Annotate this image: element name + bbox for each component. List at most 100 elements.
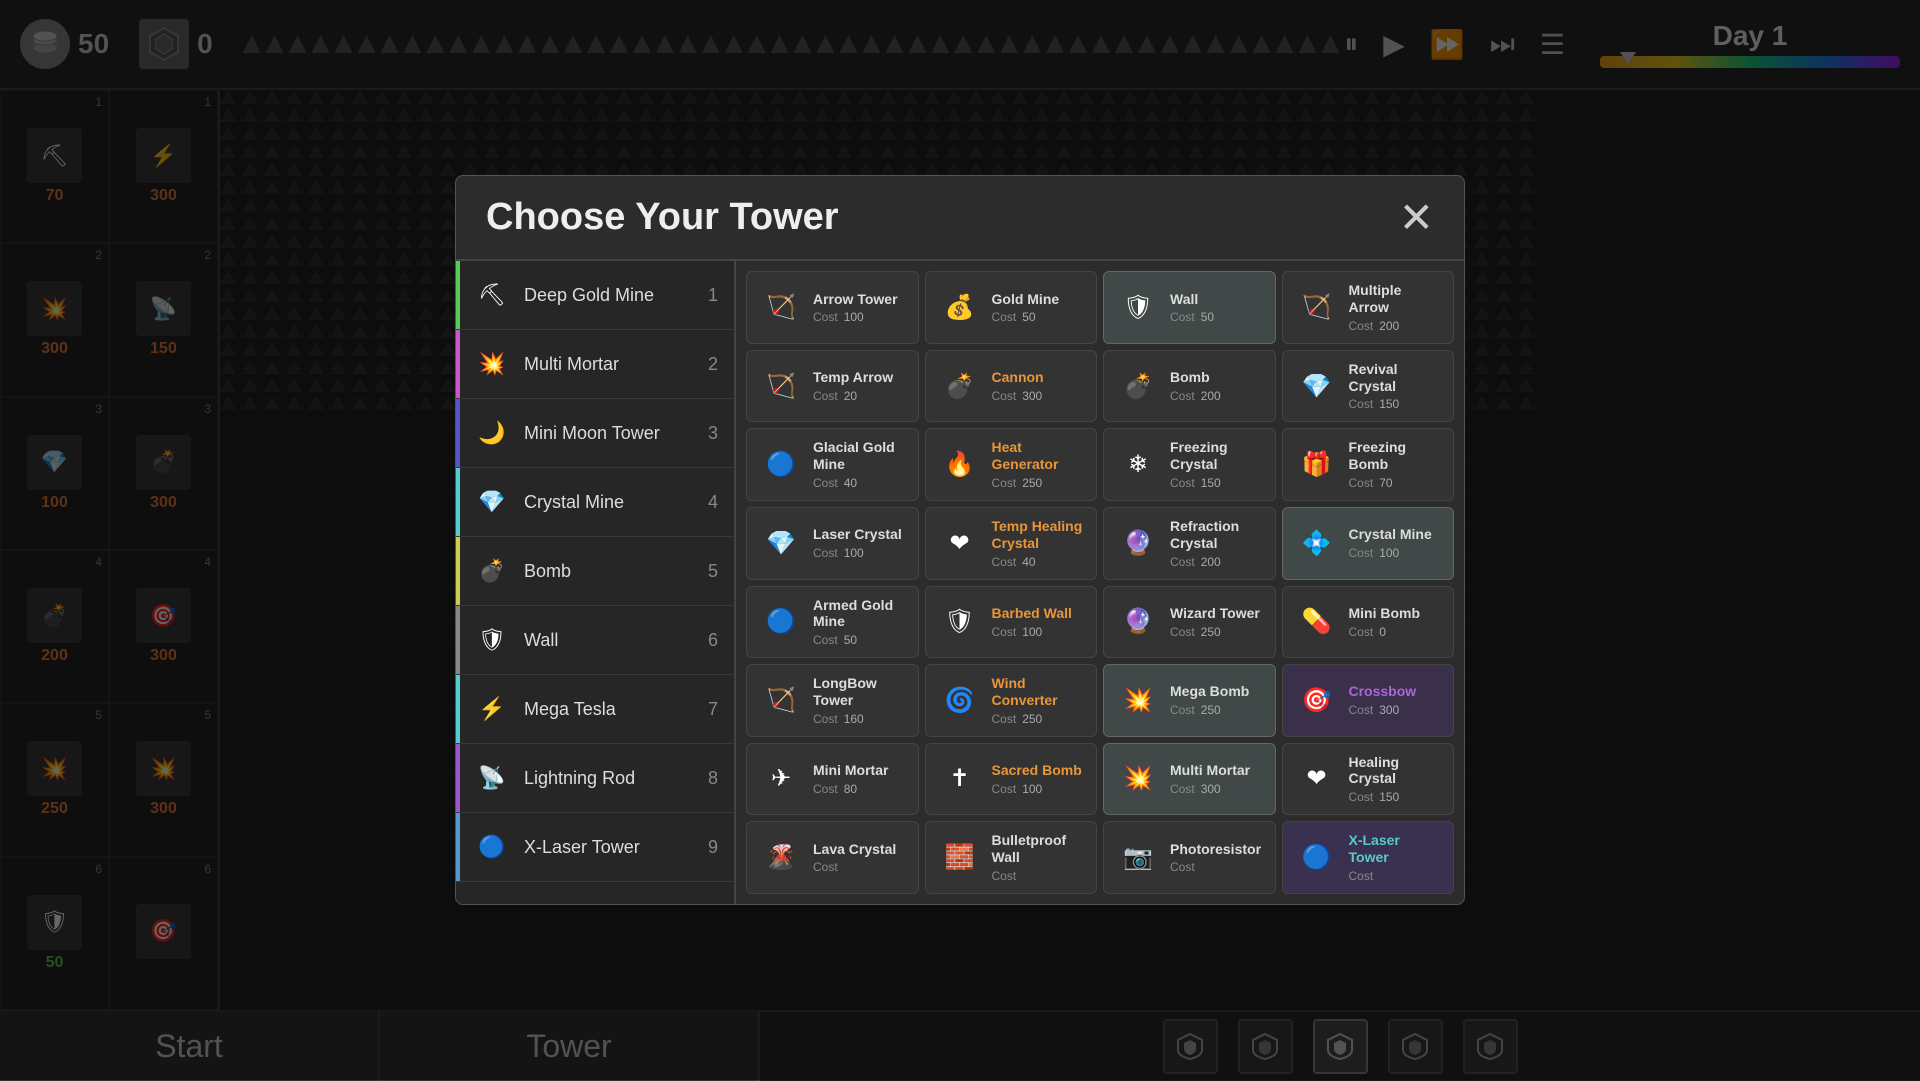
- grid-item-18[interactable]: 🔮 Wizard Tower Cost 250: [1103, 586, 1276, 659]
- grid-item-27[interactable]: ❤ Healing Crystal Cost 150: [1282, 743, 1455, 816]
- grid-item-31[interactable]: 🔵 X-Laser Tower Cost: [1282, 821, 1455, 894]
- grid-item-icon: 🔮: [1116, 600, 1160, 644]
- grid-item-28[interactable]: 🌋 Lava Crystal Cost: [746, 821, 919, 894]
- grid-item-9[interactable]: 🔥 Heat Generator Cost 250: [925, 428, 1098, 501]
- grid-item-icon: ✈: [759, 757, 803, 801]
- grid-item-name: Sacred Bomb: [992, 762, 1085, 779]
- grid-item-8[interactable]: 🔵 Glacial Gold Mine Cost 40: [746, 428, 919, 501]
- grid-item-name: Mini Mortar: [813, 762, 906, 779]
- grid-item-2[interactable]: 🛡 Wall Cost 50: [1103, 271, 1276, 344]
- grid-item-name: Lava Crystal: [813, 841, 906, 858]
- list-item-name: X-Laser Tower: [524, 837, 696, 858]
- grid-item-12[interactable]: 💎 Laser Crystal Cost 100: [746, 507, 919, 580]
- grid-item-cost-row: Cost 50: [992, 310, 1085, 324]
- grid-item-15[interactable]: 💠 Crystal Mine Cost 100: [1282, 507, 1455, 580]
- grid-item-icon: 🎁: [1295, 443, 1339, 487]
- grid-item-name: Armed Gold Mine: [813, 597, 906, 631]
- grid-item-17[interactable]: 🛡 Barbed Wall Cost 100: [925, 586, 1098, 659]
- grid-item-14[interactable]: 🔮 Refraction Crystal Cost 200: [1103, 507, 1276, 580]
- grid-item-20[interactable]: 🏹 LongBow Tower Cost 160: [746, 664, 919, 737]
- grid-item-22[interactable]: 💥 Mega Bomb Cost 250: [1103, 664, 1276, 737]
- grid-item-23[interactable]: 🎯 Crossbow Cost 300: [1282, 664, 1455, 737]
- grid-item-10[interactable]: ❄ Freezing Crystal Cost 150: [1103, 428, 1276, 501]
- grid-item-info: Mega Bomb Cost 250: [1170, 683, 1263, 717]
- grid-item-25[interactable]: ✝ Sacred Bomb Cost 100: [925, 743, 1098, 816]
- grid-item-info: Laser Crystal Cost 100: [813, 526, 906, 560]
- tower-list-item-4[interactable]: 💣 Bomb 5: [456, 537, 734, 606]
- grid-item-icon: ✝: [938, 757, 982, 801]
- grid-item-info: Heat Generator Cost 250: [992, 439, 1085, 490]
- grid-item-24[interactable]: ✈ Mini Mortar Cost 80: [746, 743, 919, 816]
- grid-item-0[interactable]: 🏹 Arrow Tower Cost 100: [746, 271, 919, 344]
- grid-item-cost-label: Cost: [1170, 782, 1195, 796]
- grid-item-cost-value: 250: [1022, 476, 1042, 490]
- grid-item-name: Healing Crystal: [1349, 754, 1442, 788]
- grid-item-info: Crystal Mine Cost 100: [1349, 526, 1442, 560]
- grid-item-cost-value: 250: [1022, 712, 1042, 726]
- grid-item-cost-label: Cost: [1170, 555, 1195, 569]
- grid-item-29[interactable]: 🧱 Bulletproof Wall Cost: [925, 821, 1098, 894]
- grid-item-name: X-Laser Tower: [1349, 832, 1442, 866]
- grid-item-7[interactable]: 💎 Revival Crystal Cost 150: [1282, 350, 1455, 423]
- grid-item-name: Crystal Mine: [1349, 526, 1442, 543]
- grid-item-name: Bomb: [1170, 369, 1263, 386]
- grid-item-30[interactable]: 📷 Photoresistor Cost: [1103, 821, 1276, 894]
- grid-item-21[interactable]: 🌀 Wind Converter Cost 250: [925, 664, 1098, 737]
- grid-item-name: Glacial Gold Mine: [813, 439, 906, 473]
- grid-item-4[interactable]: 🏹 Temp Arrow Cost 20: [746, 350, 919, 423]
- grid-item-cost-row: Cost 40: [813, 476, 906, 490]
- grid-item-cost-value: 0: [1379, 625, 1386, 639]
- grid-item-icon: 🌀: [938, 678, 982, 722]
- grid-item-cost-value: 300: [1022, 389, 1042, 403]
- grid-item-cost-row: Cost 100: [992, 625, 1085, 639]
- tower-grid: 🏹 Arrow Tower Cost 100 💰 Gold Mine Cost …: [736, 261, 1464, 904]
- grid-item-1[interactable]: 💰 Gold Mine Cost 50: [925, 271, 1098, 344]
- modal-close-button[interactable]: ✕: [1399, 197, 1434, 239]
- grid-item-cost-value: 50: [844, 633, 857, 647]
- grid-item-cost-value: 100: [844, 310, 864, 324]
- grid-item-cost-row: Cost 50: [1170, 310, 1263, 324]
- grid-item-cost-row: Cost 150: [1349, 397, 1442, 411]
- grid-item-cost-row: Cost 0: [1349, 625, 1442, 639]
- list-item-icon: 📡: [472, 758, 512, 798]
- tower-list-item-6[interactable]: ⚡ Mega Tesla 7: [456, 675, 734, 744]
- list-item-name: Crystal Mine: [524, 492, 696, 513]
- grid-item-5[interactable]: 💣 Cannon Cost 300: [925, 350, 1098, 423]
- list-item-icon: 💎: [472, 482, 512, 522]
- grid-item-cost-value: 150: [1201, 476, 1221, 490]
- grid-item-6[interactable]: 💣 Bomb Cost 200: [1103, 350, 1276, 423]
- grid-item-cost-row: Cost 40: [992, 555, 1085, 569]
- grid-item-icon: ❤: [938, 521, 982, 565]
- grid-item-icon: 💠: [1295, 521, 1339, 565]
- grid-item-info: Wind Converter Cost 250: [992, 675, 1085, 726]
- grid-item-info: Photoresistor Cost: [1170, 841, 1263, 875]
- grid-item-info: Wizard Tower Cost 250: [1170, 605, 1263, 639]
- grid-item-cost-label: Cost: [813, 546, 838, 560]
- tower-list-item-7[interactable]: 📡 Lightning Rod 8: [456, 744, 734, 813]
- list-item-icon: ⚡: [472, 689, 512, 729]
- grid-item-name: Heat Generator: [992, 439, 1085, 473]
- grid-item-name: Temp Arrow: [813, 369, 906, 386]
- tower-list-item-2[interactable]: 🌙 Mini Moon Tower 3: [456, 399, 734, 468]
- grid-item-cost-row: Cost 100: [992, 782, 1085, 796]
- grid-item-16[interactable]: 🔵 Armed Gold Mine Cost 50: [746, 586, 919, 659]
- grid-item-cost-value: 150: [1379, 790, 1399, 804]
- grid-item-icon: 💰: [938, 285, 982, 329]
- grid-item-13[interactable]: ❤ Temp Healing Crystal Cost 40: [925, 507, 1098, 580]
- tower-list-item-0[interactable]: ⛏ Deep Gold Mine 1: [456, 261, 734, 330]
- tower-list-item-1[interactable]: 💥 Multi Mortar 2: [456, 330, 734, 399]
- grid-item-cost-row: Cost 100: [813, 310, 906, 324]
- grid-item-cost-label: Cost: [813, 476, 838, 490]
- grid-item-info: Barbed Wall Cost 100: [992, 605, 1085, 639]
- tower-list-item-5[interactable]: 🛡 Wall 6: [456, 606, 734, 675]
- grid-item-26[interactable]: 💥 Multi Mortar Cost 300: [1103, 743, 1276, 816]
- list-item-num: 5: [708, 561, 718, 582]
- grid-item-3[interactable]: 🏹 Multiple Arrow Cost 200: [1282, 271, 1455, 344]
- grid-item-11[interactable]: 🎁 Freezing Bomb Cost 70: [1282, 428, 1455, 501]
- list-item-icon: 🔵: [472, 827, 512, 867]
- tower-list-item-3[interactable]: 💎 Crystal Mine 4: [456, 468, 734, 537]
- grid-item-name: Mega Bomb: [1170, 683, 1263, 700]
- tower-list-item-8[interactable]: 🔵 X-Laser Tower 9: [456, 813, 734, 882]
- grid-item-name: Freezing Crystal: [1170, 439, 1263, 473]
- grid-item-19[interactable]: 💊 Mini Bomb Cost 0: [1282, 586, 1455, 659]
